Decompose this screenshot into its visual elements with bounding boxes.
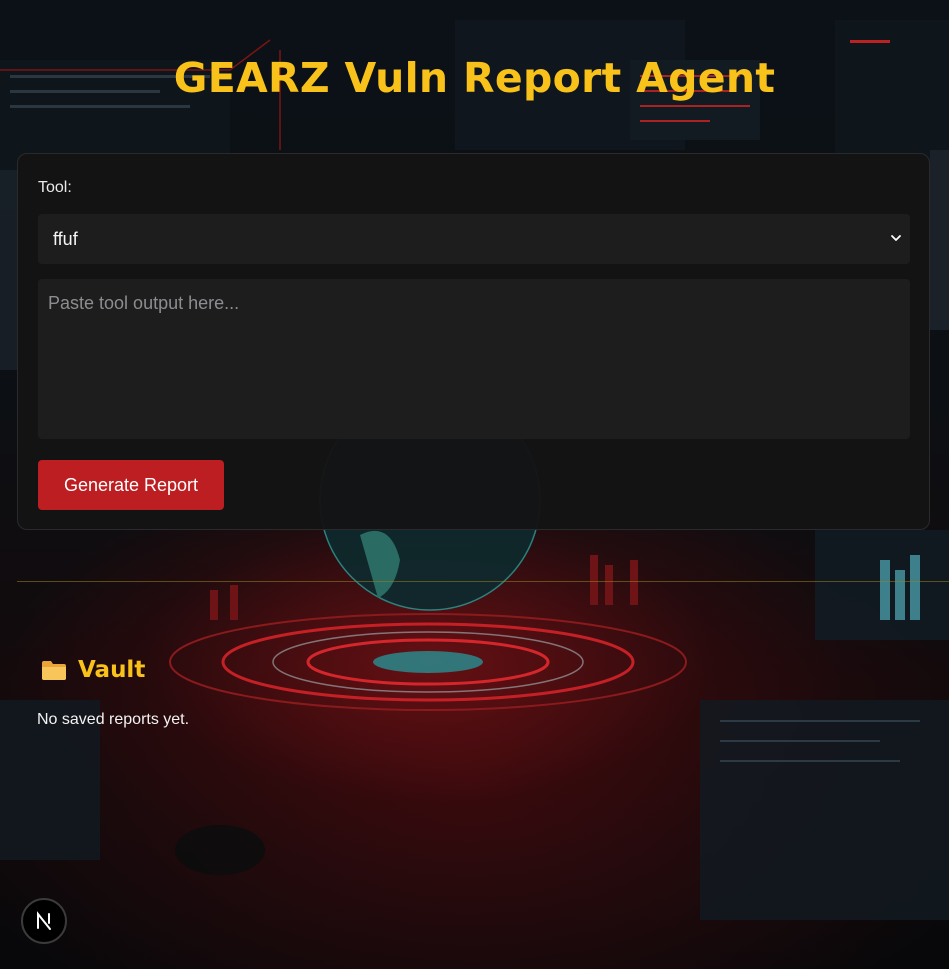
tool-label: Tool: [38,179,72,196]
n-logo-glyph [37,911,51,930]
chevron-down-icon [891,235,901,241]
nextjs-logo-icon[interactable] [21,898,67,944]
vault-heading: Vault [40,657,145,683]
folder-icon [42,661,66,680]
tool-select[interactable]: ffuf [38,214,910,264]
vault-empty-message: No saved reports yet. [37,711,190,728]
report-form-panel: Tool: ffuf Paste tool output here... Gen… [17,153,930,530]
vault-title: Vault [78,657,146,683]
divider [17,581,949,582]
page-title: GEARZ Vuln Report Agent [173,54,776,102]
tool-output-placeholder: Paste tool output here... [48,293,240,313]
tool-output-textarea[interactable]: Paste tool output here... [38,279,910,439]
tool-select-value: ffuf [53,228,78,249]
generate-report-button[interactable]: Generate Report [38,460,224,510]
